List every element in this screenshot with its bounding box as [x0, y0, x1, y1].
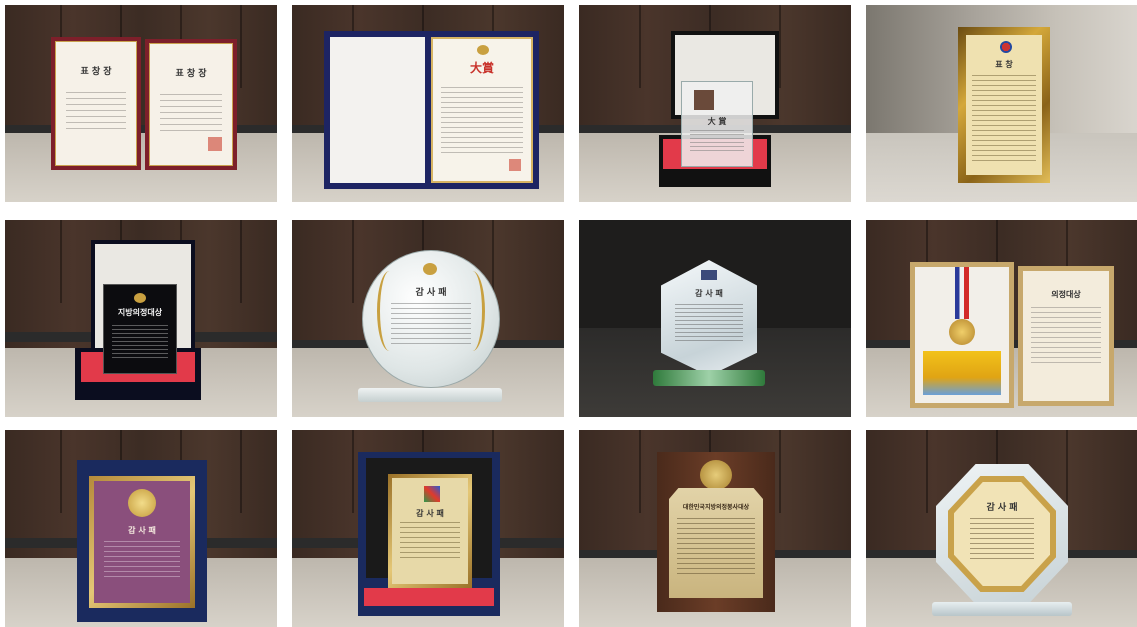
award-photo-9: 감 사 패: [5, 430, 277, 627]
acrylic-award: 大 賞: [681, 81, 753, 167]
certificate-left: 표 창 장: [51, 37, 141, 170]
medal-certificate-title: 의정대상: [1051, 290, 1081, 299]
certificate-left-title: 표 창 장: [80, 67, 112, 77]
medal-frame-left: [910, 262, 1014, 408]
crystal-shield-base: [653, 370, 765, 386]
award-photo-8: 의정대상: [866, 220, 1137, 417]
award-photo-6: 감 사 패: [292, 220, 564, 417]
award-photo-11: 대한민국지방의정봉사대상: [579, 430, 851, 627]
round-crystal-award: 감 사 패: [362, 250, 500, 388]
medal-certificate: 의정대상: [1018, 266, 1114, 406]
award-photo-grid: 표 창 장 표 창 장 大賞 大 賞 표 창 지방의정대상 감 사 패 감 사 …: [5, 5, 1137, 627]
certificate-folder: 大賞: [324, 31, 539, 189]
award-photo-12: 감 사 패: [866, 430, 1137, 627]
award-photo-5: 지방의정대상: [5, 220, 277, 417]
award-photo-1: 표 창 장 표 창 장: [5, 5, 277, 202]
navy-box-2: 감 사 패: [358, 452, 500, 616]
black-plaque-title: 지방의정대상: [117, 308, 163, 317]
award-photo-3: 大 賞: [579, 5, 851, 202]
wood-plaque-title: 대한민국지방의정봉사대상: [682, 504, 750, 511]
crystal-shield-title: 감 사 패: [695, 289, 723, 298]
grand-prize-title: 大賞: [469, 61, 494, 75]
purple-plaque-title: 감 사 패: [128, 526, 156, 535]
gold-plaque-title: 표 창: [995, 60, 1013, 69]
octagon-crystal-title: 감 사 패: [986, 503, 1018, 513]
acrylic-award-title: 大 賞: [707, 117, 727, 126]
octagon-crystal-base: [932, 602, 1072, 616]
award-photo-7: 감 사 패: [579, 220, 851, 417]
round-crystal-title: 감 사 패: [415, 288, 447, 298]
award-photo-10: 감 사 패: [292, 430, 564, 627]
certificate-right: 표 창 장: [145, 39, 237, 170]
black-award-plaque: 지방의정대상: [103, 284, 177, 374]
gold-plaque-in-box: 감 사 패: [388, 474, 472, 588]
award-photo-4: 표 창: [866, 5, 1137, 202]
purple-plaque: 감 사 패: [89, 476, 195, 608]
navy-box: 감 사 패: [77, 460, 207, 622]
crystal-base: [358, 388, 502, 402]
gold-frame-plaque: 표 창: [958, 27, 1050, 183]
gold-plaque-in-box-title: 감 사 패: [416, 509, 444, 518]
wood-plaque: 대한민국지방의정봉사대상: [657, 452, 775, 612]
award-photo-2: 大賞: [292, 5, 564, 202]
certificate-right-title: 표 창 장: [175, 69, 207, 79]
